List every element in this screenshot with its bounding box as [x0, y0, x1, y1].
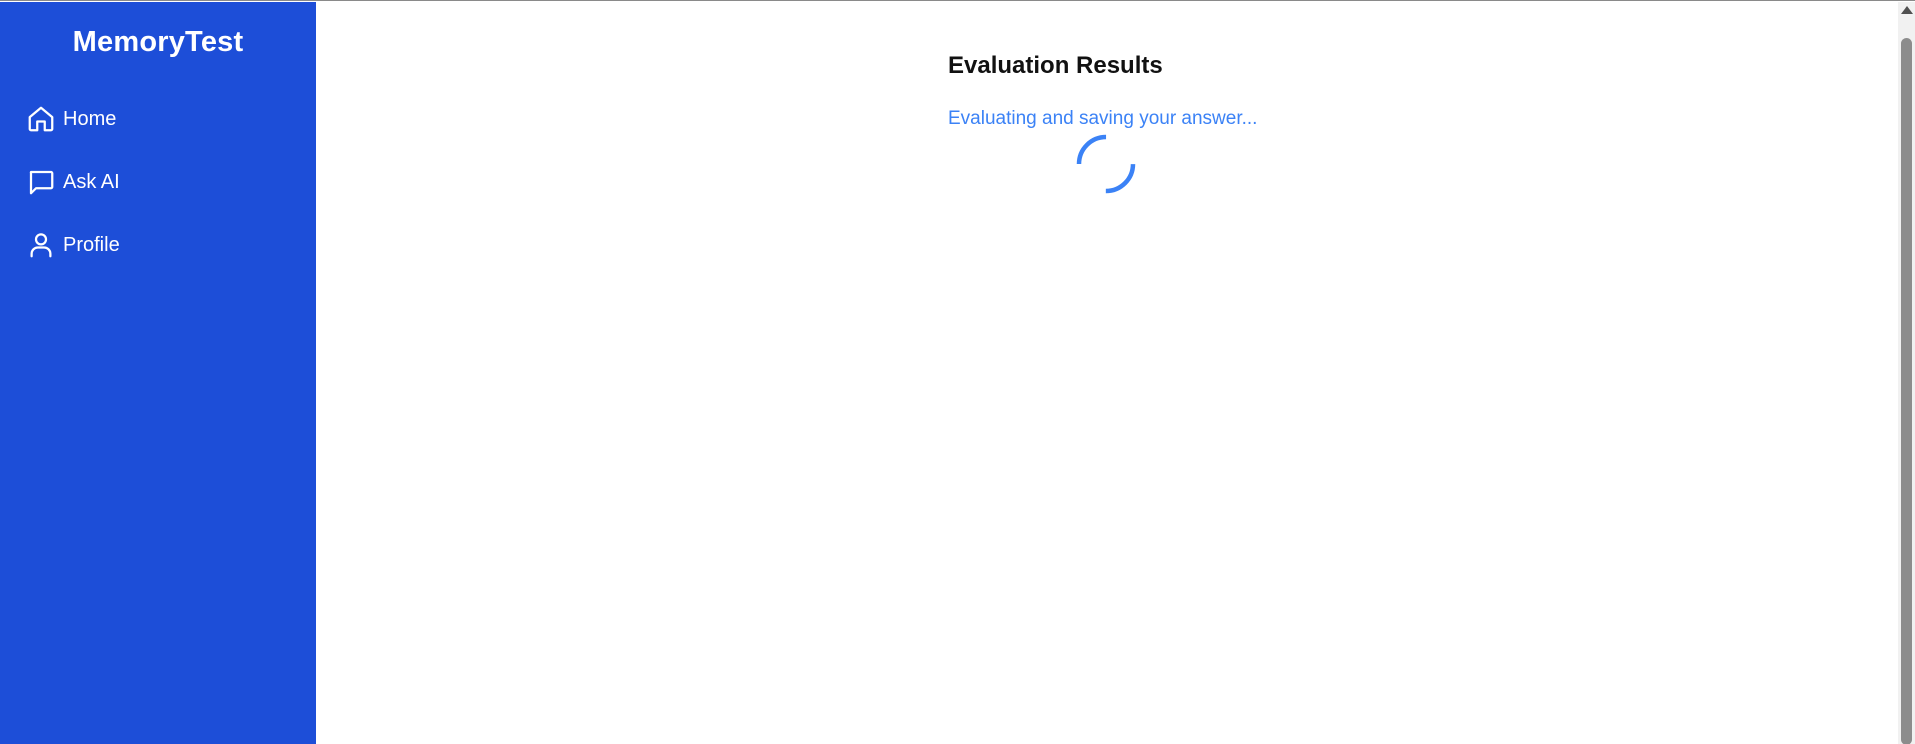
sidebar-item-label: Home	[63, 107, 117, 130]
user-icon	[26, 230, 56, 260]
status-message: Evaluating and saving your answer...	[948, 108, 1258, 129]
sidebar-item-label: Profile	[63, 233, 120, 256]
main-content: Evaluation Results Evaluating and saving…	[316, 2, 1898, 744]
home-icon	[26, 104, 56, 134]
page-title: Evaluation Results	[948, 52, 1163, 79]
app-window: MemoryTest Home Ask AI Profile Evaluatio…	[0, 0, 1915, 744]
loading-spinner-icon	[1074, 132, 1138, 196]
sidebar-item-home[interactable]: Home	[26, 101, 116, 137]
sidebar: MemoryTest Home Ask AI Profile	[0, 2, 316, 744]
app-brand: MemoryTest	[72, 26, 244, 58]
sidebar-item-profile[interactable]: Profile	[26, 227, 120, 263]
chat-icon	[26, 167, 56, 197]
sidebar-item-ask-ai[interactable]: Ask AI	[26, 164, 120, 200]
scroll-up-arrow-icon[interactable]	[1901, 6, 1913, 14]
sidebar-item-label: Ask AI	[63, 170, 120, 193]
vertical-scrollbar[interactable]	[1898, 2, 1915, 744]
scrollbar-thumb[interactable]	[1901, 38, 1912, 744]
